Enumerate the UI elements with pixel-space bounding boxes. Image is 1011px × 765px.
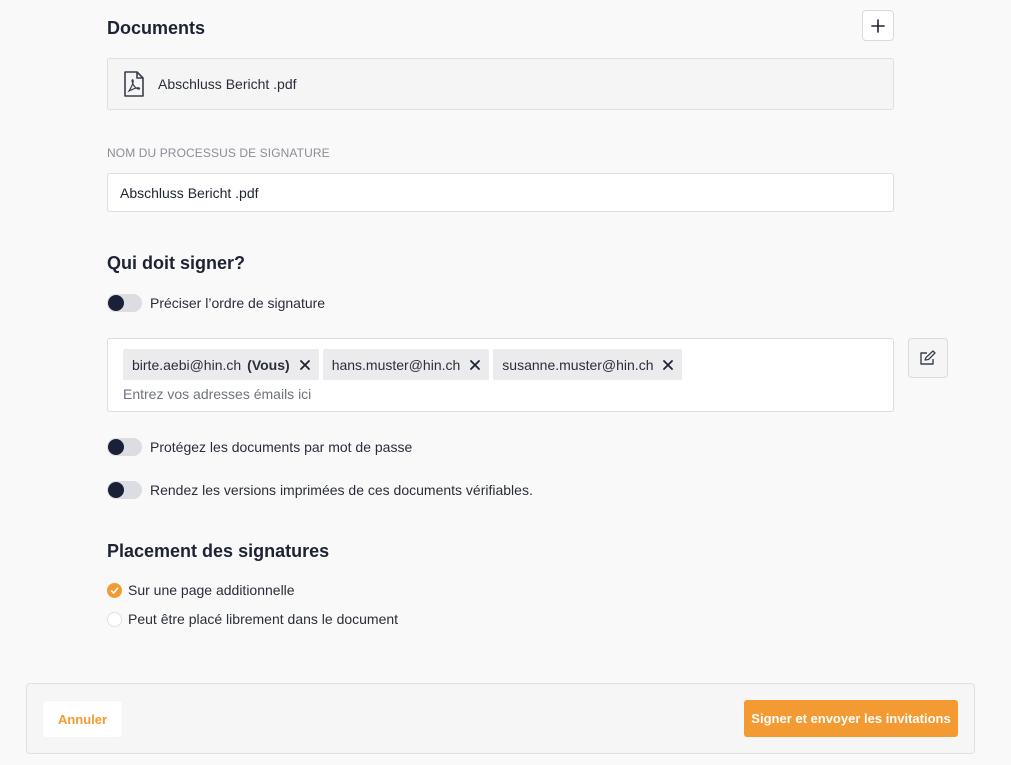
- add-document-button[interactable]: [862, 10, 894, 41]
- signers-title: Qui doit signer?: [107, 253, 245, 273]
- password-toggle[interactable]: [107, 438, 142, 456]
- close-icon[interactable]: [663, 359, 674, 370]
- pdf-file-icon: [124, 71, 144, 97]
- placement-option-additional-page[interactable]: Sur une page additionnelle: [107, 582, 295, 598]
- placement-option-label: Peut être placé librement dans le docume…: [128, 611, 399, 627]
- signer-email: hans.muster@hin.ch: [331, 356, 461, 373]
- email-input[interactable]: [123, 384, 623, 404]
- signer-you-tag: (Vous): [247, 356, 290, 373]
- document-name: Abschluss Bericht .pdf: [158, 76, 297, 92]
- verifiable-toggle[interactable]: [107, 481, 142, 499]
- signer-email: birte.aebi@hin.ch: [132, 356, 242, 373]
- edit-list-icon: [920, 350, 936, 365]
- verifiable-toggle-row[interactable]: Rendez les versions imprimées de ces doc…: [107, 481, 533, 499]
- close-icon[interactable]: [299, 359, 310, 370]
- placement-option-label: Sur une page additionnelle: [128, 582, 295, 598]
- process-name-input[interactable]: [107, 173, 894, 212]
- signing-order-toggle[interactable]: [107, 294, 142, 312]
- process-name-label: NOM DU PROCESSUS DE SIGNATURE: [107, 146, 330, 160]
- close-icon[interactable]: [470, 359, 481, 370]
- sign-and-send-button[interactable]: Signer et envoyer les invitations: [744, 700, 958, 737]
- signer-chip: susanne.muster@hin.ch: [493, 349, 683, 380]
- password-toggle-row[interactable]: Protégez les documents par mot de passe: [107, 438, 412, 456]
- signer-email-box[interactable]: birte.aebi@hin.ch (Vous) hans.muster@hin…: [107, 338, 894, 412]
- check-icon: [110, 586, 119, 594]
- signer-email: susanne.muster@hin.ch: [502, 356, 654, 373]
- radio-checked[interactable]: [107, 582, 122, 598]
- radio-unchecked[interactable]: [107, 611, 122, 627]
- signing-order-toggle-row[interactable]: Préciser l’ordre de signature: [107, 294, 325, 312]
- edit-signers-button[interactable]: [908, 338, 948, 378]
- plus-icon: [871, 18, 885, 33]
- signing-order-label: Préciser l’ordre de signature: [150, 295, 326, 311]
- documents-title: Documents: [107, 18, 206, 38]
- footer-bar: Annuler Signer et envoyer les invitation…: [26, 683, 975, 754]
- document-item[interactable]: Abschluss Bericht .pdf: [107, 58, 894, 110]
- signer-chip: birte.aebi@hin.ch (Vous): [123, 349, 319, 380]
- password-toggle-label: Protégez les documents par mot de passe: [150, 439, 413, 455]
- signer-chip: hans.muster@hin.ch: [322, 349, 490, 380]
- cancel-button[interactable]: Annuler: [43, 701, 122, 737]
- placement-option-free[interactable]: Peut être placé librement dans le docume…: [107, 611, 398, 627]
- placement-title: Placement des signatures: [107, 541, 330, 561]
- verifiable-toggle-label: Rendez les versions imprimées de ces doc…: [150, 482, 533, 498]
